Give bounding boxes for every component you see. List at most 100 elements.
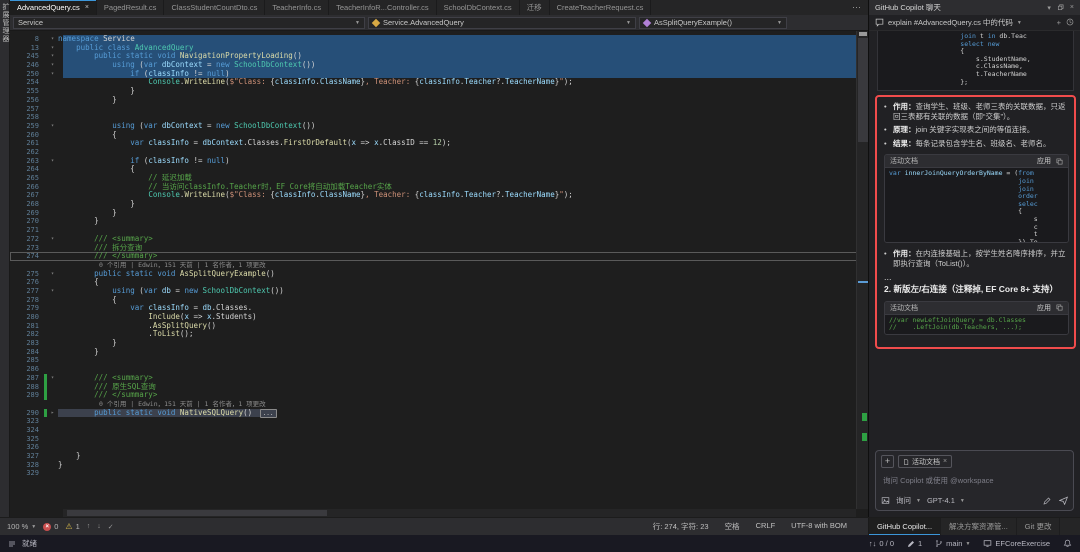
- line-number[interactable]: 269: [10, 209, 44, 218]
- line-number[interactable]: 288: [10, 383, 44, 392]
- next-issue-icon[interactable]: ↓: [97, 523, 101, 530]
- dock-tab[interactable]: GitHub Copilot...: [869, 518, 941, 535]
- line-number[interactable]: 278: [10, 296, 44, 305]
- chevron-down-icon[interactable]: ▾: [1047, 4, 1051, 12]
- branch-selector[interactable]: main ▼: [935, 539, 970, 548]
- line-number[interactable]: 283: [10, 339, 44, 348]
- warning-counter[interactable]: ⚠ 1: [65, 522, 79, 531]
- line-number[interactable]: 271: [10, 226, 44, 235]
- mode-dropdown[interactable]: 询问 ▼: [896, 495, 921, 506]
- line-number[interactable]: 285: [10, 356, 44, 365]
- chat-input-placeholder[interactable]: 询问 Copilot 或使用 @workspace: [883, 475, 1066, 486]
- line-number[interactable]: 257: [10, 105, 44, 114]
- new-chat-icon[interactable]: +: [1057, 18, 1061, 27]
- fold-toggle-icon[interactable]: ▾: [47, 70, 58, 79]
- copy-icon[interactable]: [1056, 304, 1063, 311]
- code-line[interactable]: 257: [10, 105, 868, 114]
- code-line[interactable]: 254 Console.WriteLine($"Class: {classInf…: [10, 78, 868, 87]
- dock-tab[interactable]: Git 更改: [1017, 518, 1061, 535]
- line-number[interactable]: 246: [10, 61, 44, 70]
- line-number[interactable]: 254: [10, 78, 44, 87]
- editor-tab[interactable]: SchoolDbContext.cs: [437, 0, 520, 15]
- editor-vertical-scrollbar[interactable]: [856, 31, 868, 509]
- line-number[interactable]: 326: [10, 443, 44, 452]
- editor-tab[interactable]: CreateTeacherRequest.cs: [550, 0, 652, 15]
- line-number[interactable]: 282: [10, 330, 44, 339]
- code-editor[interactable]: 8▾namespace Service13▾ public class Adva…: [10, 31, 868, 517]
- code-line[interactable]: 263▾ if (classInfo != null): [10, 157, 868, 166]
- model-dropdown[interactable]: GPT-4.1 ▼: [927, 496, 965, 505]
- conversation-selector[interactable]: explain #AdvancedQuery.cs 中的代码 ▼ +: [869, 15, 1080, 31]
- line-number[interactable]: 272: [10, 235, 44, 244]
- fold-toggle-icon[interactable]: ▾: [47, 61, 58, 70]
- line-number[interactable]: 268: [10, 200, 44, 209]
- code-line[interactable]: 275▾ public static void AsSplitQueryExam…: [10, 270, 868, 279]
- fold-toggle-icon[interactable]: ▾: [47, 52, 58, 61]
- line-ending[interactable]: CRLF: [756, 521, 776, 532]
- code-line[interactable]: 256 }: [10, 96, 868, 105]
- close-icon[interactable]: ×: [943, 458, 947, 465]
- restore-window-icon[interactable]: [1057, 4, 1064, 11]
- code-line[interactable]: 328}: [10, 461, 868, 470]
- send-icon[interactable]: [1059, 496, 1068, 505]
- line-number[interactable]: 258: [10, 113, 44, 122]
- line-number[interactable]: 290: [10, 409, 44, 418]
- apply-button[interactable]: 应用: [1037, 156, 1051, 166]
- line-number[interactable]: 276: [10, 278, 44, 287]
- editor-tab[interactable]: TeacherInfoR...Controller.cs: [329, 0, 437, 15]
- line-number[interactable]: 8: [10, 35, 44, 44]
- previous-issue-icon[interactable]: ↑: [87, 523, 91, 530]
- line-number[interactable]: 261: [10, 139, 44, 148]
- background-tasks-icon[interactable]: [8, 540, 16, 548]
- line-number[interactable]: 13: [10, 44, 44, 53]
- code-line[interactable]: 283 }: [10, 339, 868, 348]
- line-number[interactable]: 267: [10, 191, 44, 200]
- code-line[interactable]: 259▾ using (var dbContext = new SchoolDb…: [10, 122, 868, 131]
- fold-toggle-icon[interactable]: ▾: [47, 35, 58, 44]
- copy-icon[interactable]: [1056, 158, 1063, 165]
- type-dropdown[interactable]: Service.AdvancedQuery ▼: [368, 17, 636, 29]
- code-line[interactable]: 261 var classInfo = dbContext.Classes.Fi…: [10, 139, 868, 148]
- code-line[interactable]: 326: [10, 443, 868, 452]
- chat-history[interactable]: join t in db.Teac select new { s.Student…: [869, 31, 1080, 446]
- editor-tab[interactable]: 迁移: [520, 0, 550, 15]
- scrollbar-thumb[interactable]: [67, 510, 327, 516]
- repository-selector[interactable]: EFCoreExercise: [983, 539, 1050, 548]
- fold-toggle-icon[interactable]: ▸: [47, 409, 58, 418]
- line-number[interactable]: 255: [10, 87, 44, 96]
- line-number[interactable]: 327: [10, 452, 44, 461]
- code-line[interactable]: 269 }: [10, 209, 868, 218]
- error-counter[interactable]: × 0: [43, 522, 58, 531]
- code-line[interactable]: 268 }: [10, 200, 868, 209]
- line-number[interactable]: 284: [10, 348, 44, 357]
- code-line[interactable]: 284 }: [10, 348, 868, 357]
- fold-toggle-icon[interactable]: ▾: [47, 157, 58, 166]
- line-number[interactable]: 329: [10, 469, 44, 478]
- code-line[interactable]: 324: [10, 426, 868, 435]
- line-number[interactable]: 256: [10, 96, 44, 105]
- line-number[interactable]: 324: [10, 426, 44, 435]
- line-number[interactable]: 281: [10, 322, 44, 331]
- encoding[interactable]: UTF-8 with BOM: [791, 521, 847, 532]
- line-number[interactable]: 325: [10, 435, 44, 444]
- line-number[interactable]: 266: [10, 183, 44, 192]
- fold-toggle-icon[interactable]: ▾: [47, 122, 58, 131]
- line-number[interactable]: 260: [10, 131, 44, 140]
- code-line[interactable]: 285: [10, 356, 868, 365]
- apply-button[interactable]: 应用: [1037, 303, 1051, 313]
- extension-manager-collapsed-tab[interactable]: 扩展管理器: [0, 0, 10, 517]
- code-line[interactable]: 277▾ using (var db = new SchoolDbContext…: [10, 287, 868, 296]
- chat-input-container[interactable]: + 活动文档 × 询问 Copilot 或使用 @workspace 询问 ▼: [875, 450, 1074, 511]
- attach-image-icon[interactable]: [881, 496, 890, 505]
- add-context-button[interactable]: +: [881, 455, 894, 468]
- tools-icon[interactable]: [1043, 497, 1051, 505]
- line-number[interactable]: 264: [10, 165, 44, 174]
- line-number[interactable]: 263: [10, 157, 44, 166]
- line-number[interactable]: 280: [10, 313, 44, 322]
- fold-toggle-icon[interactable]: ▾: [47, 287, 58, 296]
- fold-toggle-icon[interactable]: ▾: [47, 270, 58, 279]
- code-line[interactable]: 329: [10, 469, 868, 478]
- editor-tab[interactable]: AdvancedQuery.cs×: [10, 0, 97, 15]
- editor-tab[interactable]: ClassStudentCountDto.cs: [164, 0, 265, 15]
- code-line[interactable]: 289 /// </summary>: [10, 391, 868, 400]
